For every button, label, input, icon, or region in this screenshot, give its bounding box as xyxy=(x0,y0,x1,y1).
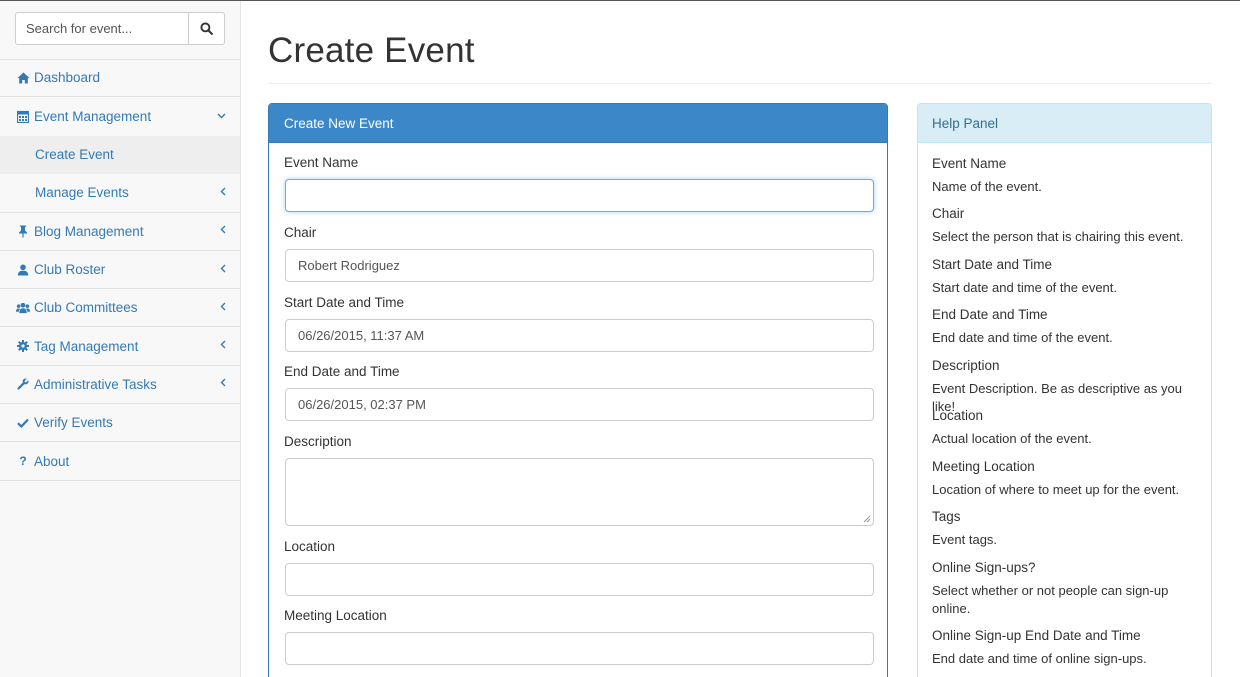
meeting-location-label: Meeting Location xyxy=(284,608,387,623)
help-desc: Actual location of the event. xyxy=(932,431,1092,446)
meeting-location-input[interactable] xyxy=(285,632,874,665)
help-term: Chair xyxy=(932,206,965,221)
help-term: Location xyxy=(932,408,984,423)
search-button[interactable] xyxy=(189,12,225,45)
start-datetime-input[interactable]: 06/26/2015, 11:37 AM xyxy=(285,319,874,352)
sidebar-item-label: Administrative Tasks xyxy=(34,376,157,392)
help-panel: Help Panel Event Name Name of the event.… xyxy=(917,103,1212,677)
start-datetime-label: Start Date and Time xyxy=(284,295,405,310)
event-name-input[interactable] xyxy=(285,179,874,212)
description-textarea[interactable] xyxy=(285,458,874,526)
panel-heading: Create New Event xyxy=(269,104,887,143)
help-term: Meeting Location xyxy=(932,459,1035,474)
chevron-left-icon xyxy=(220,378,226,390)
sidebar-item-dashboard[interactable]: Dashboard xyxy=(0,59,240,98)
help-desc: End date and time of online sign-ups. xyxy=(932,651,1147,666)
create-event-panel: Create New Event Event Name Chair Robert… xyxy=(268,103,888,677)
help-term: Event Name xyxy=(932,156,1007,171)
pin-icon xyxy=(16,224,30,238)
description-label: Description xyxy=(284,434,352,449)
sidebar-item-blog-management[interactable]: Blog Management xyxy=(0,213,240,251)
chevron-left-icon xyxy=(220,302,226,314)
search-input[interactable] xyxy=(15,12,189,45)
sidebar-item-about[interactable]: ? About xyxy=(0,442,240,481)
help-term: Online Sign-up End Date and Time xyxy=(932,628,1141,643)
help-term: End Date and Time xyxy=(932,307,1048,322)
help-term: Start Date and Time xyxy=(932,257,1053,272)
sidebar-item-verify-events[interactable]: Verify Events xyxy=(0,404,240,443)
help-term: Online Sign-ups? xyxy=(932,560,1036,575)
sidebar: Dashboard Event Management Create Event … xyxy=(0,1,241,677)
search-group xyxy=(15,12,225,45)
sidebar-nav: Dashboard Event Management Create Event … xyxy=(0,59,240,481)
chair-label: Chair xyxy=(284,225,317,240)
sidebar-item-label: About xyxy=(34,453,70,469)
sidebar-item-label: Dashboard xyxy=(34,70,101,86)
location-label: Location xyxy=(284,539,336,554)
title-divider xyxy=(268,83,1212,84)
sidebar-item-label: Tag Management xyxy=(34,338,139,354)
wrench-icon xyxy=(16,377,30,391)
sidebar-item-label: Event Management xyxy=(34,108,152,124)
end-datetime-label: End Date and Time xyxy=(284,364,400,379)
sidebar-item-label: Club Roster xyxy=(34,262,106,278)
help-desc: End date and time of the event. xyxy=(932,330,1113,345)
sidebar-item-club-roster[interactable]: Club Roster xyxy=(0,251,240,290)
chevron-left-icon xyxy=(220,225,226,237)
chevron-left-icon xyxy=(220,264,226,276)
event-name-label: Event Name xyxy=(284,155,359,170)
sidebar-item-administrative-tasks[interactable]: Administrative Tasks xyxy=(0,366,240,405)
sidebar-item-label: Verify Events xyxy=(34,415,113,431)
chevron-down-icon xyxy=(217,110,226,122)
home-icon xyxy=(16,71,30,85)
chevron-left-icon xyxy=(220,340,226,352)
question-icon: ? xyxy=(19,454,27,469)
help-term: Tags xyxy=(932,509,961,524)
sidebar-subitem-manage-events[interactable]: Manage Events xyxy=(0,174,240,212)
sidebar-item-tag-management[interactable]: Tag Management xyxy=(0,327,240,366)
sidebar-subitem-label: Create Event xyxy=(35,147,114,163)
resize-handle-icon[interactable] xyxy=(863,515,871,523)
help-desc: Start date and time of the event. xyxy=(932,280,1118,295)
check-icon xyxy=(16,416,30,430)
users-icon xyxy=(16,301,30,315)
sidebar-item-label: Club Committees xyxy=(34,300,138,316)
calendar-icon xyxy=(16,109,30,123)
sidebar-subitem-create-event[interactable]: Create Event xyxy=(0,135,240,174)
location-input[interactable] xyxy=(285,563,874,596)
help-panel-heading: Help Panel xyxy=(918,104,1211,143)
help-desc: Select the person that is chairing this … xyxy=(932,229,1184,244)
help-term: Description xyxy=(932,358,1000,373)
help-desc: Select whether or not people can sign-up… xyxy=(932,583,1169,616)
sidebar-item-event-management[interactable]: Event Management xyxy=(0,97,240,135)
chair-select[interactable]: Robert Rodriguez xyxy=(285,249,874,282)
page-title: Create Event xyxy=(268,31,475,70)
help-desc: Name of the event. xyxy=(932,179,1042,194)
end-datetime-input[interactable]: 06/26/2015, 02:37 PM xyxy=(285,388,874,421)
sidebar-item-club-committees[interactable]: Club Committees xyxy=(0,289,240,328)
search-icon xyxy=(200,22,213,35)
sidebar-item-label: Blog Management xyxy=(34,223,144,239)
user-icon xyxy=(16,263,30,277)
help-desc: Location of where to meet up for the eve… xyxy=(932,482,1180,497)
help-desc: Event tags. xyxy=(932,532,998,547)
chevron-left-icon xyxy=(220,187,226,199)
event-management-submenu: Create Event Manage Events xyxy=(0,135,240,213)
cog-icon xyxy=(16,339,30,353)
sidebar-subitem-label: Manage Events xyxy=(35,185,129,201)
